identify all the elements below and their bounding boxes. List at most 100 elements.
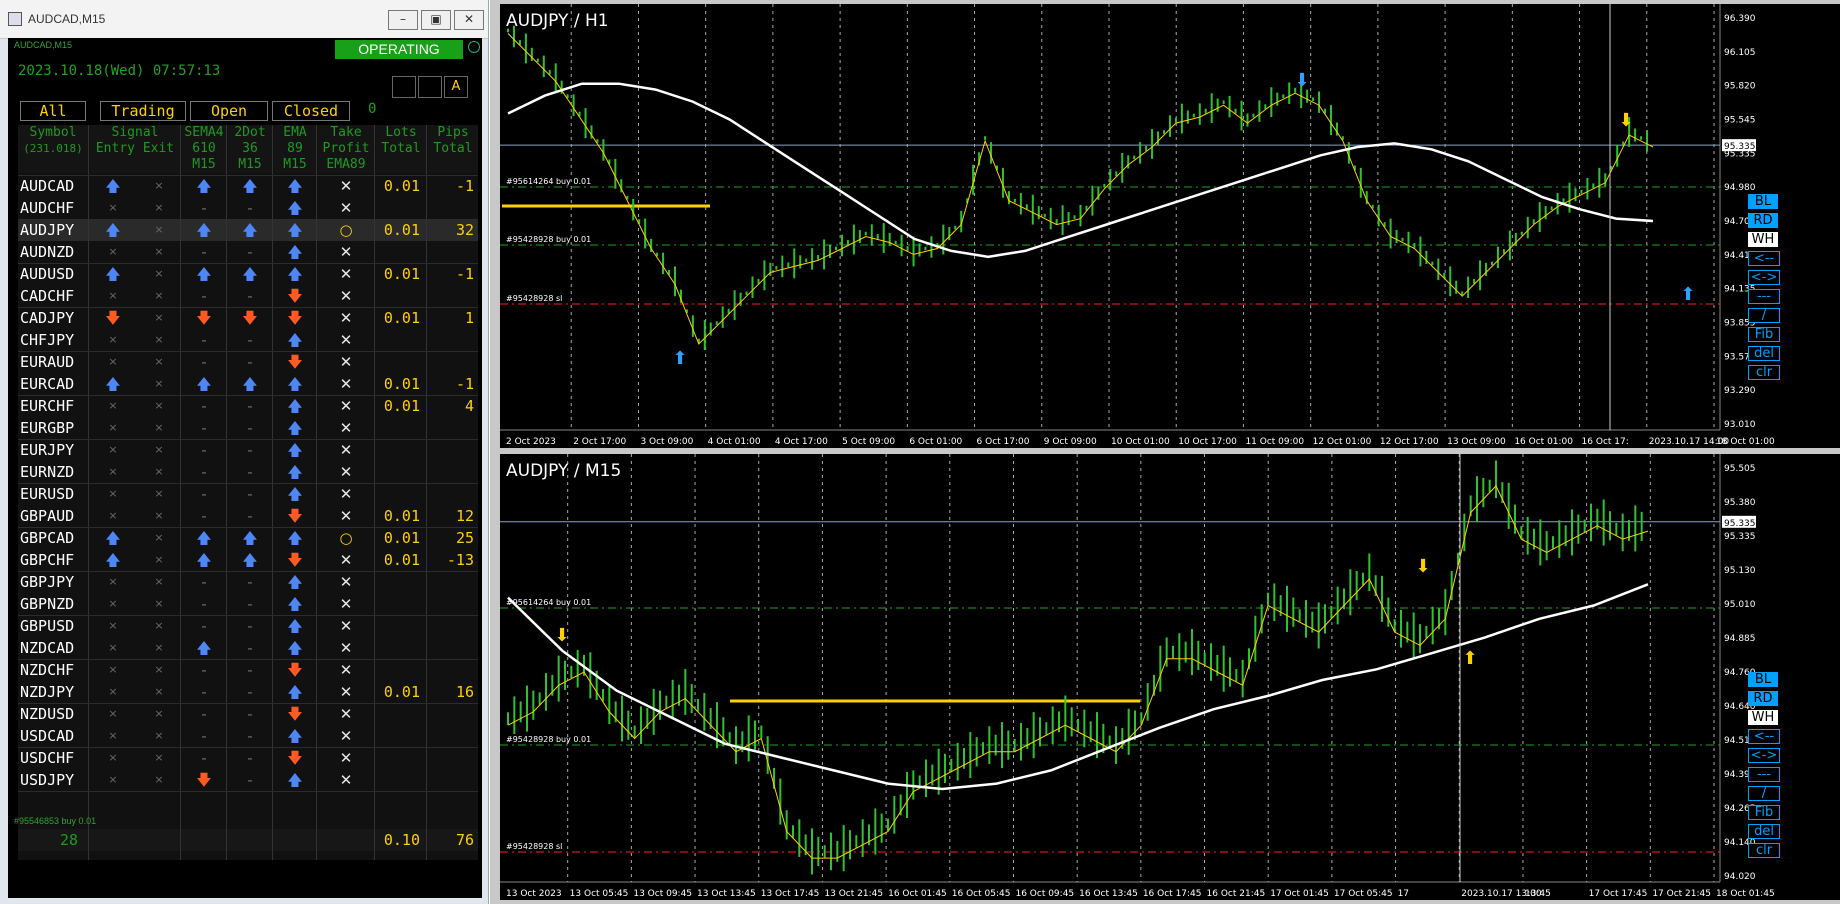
- row-symbol[interactable]: EURCAD: [20, 373, 90, 395]
- row-symbol[interactable]: USDJPY: [20, 769, 90, 791]
- trendline-button[interactable]: /: [1748, 786, 1780, 801]
- table-row[interactable]: GBPJPY × × - - 🡅 ✕: [18, 571, 478, 593]
- fib-button[interactable]: Fib: [1748, 805, 1780, 820]
- table-row[interactable]: CADJPY 🡇 × 🡇 🡇 🡇 ✕ 0.01 1: [18, 307, 478, 329]
- row-symbol[interactable]: NZDCAD: [20, 637, 90, 659]
- table-row[interactable]: GBPAUD × × - - 🡇 ✕ 0.01 12: [18, 505, 478, 527]
- minimize-button[interactable]: –: [388, 10, 418, 30]
- window-titlebar[interactable]: AUDCAD,M15 – ▣ ✕: [0, 0, 488, 39]
- white-line-button[interactable]: WH: [1748, 232, 1778, 247]
- row-symbol[interactable]: GBPNZD: [20, 593, 90, 615]
- clear-button[interactable]: clr: [1748, 843, 1780, 858]
- table-row[interactable]: AUDNZD × × - - 🡅 ✕: [18, 241, 478, 263]
- tab-all[interactable]: All: [20, 101, 86, 121]
- table-row[interactable]: USDCHF × × - - 🡇 ✕: [18, 747, 478, 769]
- row-symbol[interactable]: GBPCAD: [20, 527, 90, 549]
- row-symbol[interactable]: CADCHF: [20, 285, 90, 307]
- delete-button[interactable]: del: [1748, 824, 1780, 839]
- header-2dot: 2Dot 36 M15: [228, 125, 272, 173]
- row-symbol[interactable]: GBPUSD: [20, 615, 90, 637]
- arrow-both-button[interactable]: <->: [1748, 748, 1780, 763]
- order-line-label: #95428928 sl: [506, 842, 562, 851]
- table-row[interactable]: AUDCHF × × - - 🡅 ✕: [18, 197, 478, 219]
- row-symbol[interactable]: AUDUSD: [20, 263, 90, 285]
- row-symbol[interactable]: AUDJPY: [20, 219, 90, 241]
- arrow-both-button[interactable]: <->: [1748, 270, 1780, 285]
- table-row[interactable]: EURCHF × × - - 🡅 ✕ 0.01 4: [18, 395, 478, 417]
- row-symbol[interactable]: USDCAD: [20, 725, 90, 747]
- table-row[interactable]: AUDJPY 🡅 × 🡅 🡅 🡅 ○ 0.01 32: [18, 219, 478, 241]
- square-button-2[interactable]: [418, 76, 442, 98]
- price-tick-label: 95.130: [1724, 566, 1756, 576]
- row-symbol[interactable]: GBPCHF: [20, 549, 90, 571]
- row-symbol[interactable]: NZDCHF: [20, 659, 90, 681]
- table-row[interactable]: EURCAD 🡅 × 🡅 🡅 🡅 ✕ 0.01 -1: [18, 373, 478, 395]
- blue-line-button[interactable]: BL: [1748, 194, 1778, 209]
- arrow-left-button[interactable]: <--: [1748, 251, 1780, 266]
- row-symbol[interactable]: AUDCAD: [20, 175, 90, 197]
- red-line-button[interactable]: RD: [1748, 213, 1778, 228]
- row-symbol[interactable]: EURJPY: [20, 439, 90, 461]
- fib-button[interactable]: Fib: [1748, 327, 1780, 342]
- square-button-1[interactable]: [392, 76, 416, 98]
- table-row[interactable]: AUDUSD 🡅 × 🡅 🡅 🡅 ✕ 0.01 -1: [18, 263, 478, 285]
- row-symbol[interactable]: NZDJPY: [20, 681, 90, 703]
- table-row[interactable]: USDCAD × × - - 🡅 ✕: [18, 725, 478, 747]
- dash-line-button[interactable]: ---: [1748, 767, 1780, 782]
- auto-button[interactable]: A: [444, 76, 468, 98]
- row-symbol[interactable]: CADJPY: [20, 307, 90, 329]
- white-line-button[interactable]: WH: [1748, 710, 1778, 725]
- arrow-up-icon: ⬆: [1462, 648, 1477, 669]
- clear-button[interactable]: clr: [1748, 365, 1780, 380]
- time-tick-label: 12 Oct 17:00: [1380, 437, 1439, 447]
- table-row[interactable]: EURAUD × × - - 🡇 ✕: [18, 351, 478, 373]
- table-row[interactable]: GBPUSD × × - - 🡅 ✕: [18, 615, 478, 637]
- table-row[interactable]: CHFJPY × × - - 🡅 ✕: [18, 329, 478, 351]
- table-row[interactable]: USDJPY × × 🡇 - 🡅 ✕: [18, 769, 478, 791]
- tab-open[interactable]: Open: [190, 101, 268, 121]
- settings-circle-icon[interactable]: [468, 41, 480, 53]
- chart-m15-canvas[interactable]: 13 Oct 2023 13 Oct 05:45 13 Oct 09:45 13 Oc…: [500, 454, 1840, 900]
- table-row[interactable]: NZDCHF × × - - 🡇 ✕: [18, 659, 478, 681]
- row-symbol[interactable]: AUDNZD: [20, 241, 90, 263]
- table-row[interactable]: GBPCHF 🡅 × 🡅 🡅 🡇 ✕ 0.01 -13: [18, 549, 478, 571]
- delete-button[interactable]: del: [1748, 346, 1780, 361]
- price-tick-label: 93.010: [1724, 420, 1756, 430]
- row-symbol[interactable]: USDCHF: [20, 747, 90, 769]
- row-symbol[interactable]: AUDCHF: [20, 197, 90, 219]
- row-symbol[interactable]: CHFJPY: [20, 329, 90, 351]
- close-button[interactable]: ✕: [454, 10, 484, 30]
- row-symbol[interactable]: GBPJPY: [20, 571, 90, 593]
- row-symbol[interactable]: EURGBP: [20, 417, 90, 439]
- red-line-button[interactable]: RD: [1748, 691, 1778, 706]
- dash-line-button[interactable]: ---: [1748, 289, 1780, 304]
- table-row[interactable]: CADCHF × × - - 🡇 ✕: [18, 285, 478, 307]
- row-symbol[interactable]: EURUSD: [20, 483, 90, 505]
- table-row[interactable]: GBPNZD × × - - 🡅 ✕: [18, 593, 478, 615]
- row-symbol[interactable]: EURAUD: [20, 351, 90, 373]
- table-row[interactable]: EURGBP × × - - 🡅 ✕: [18, 417, 478, 439]
- blue-line-button[interactable]: BL: [1748, 672, 1778, 687]
- table-row[interactable]: NZDCAD × × 🡅 - 🡅 ✕: [18, 637, 478, 659]
- table-row[interactable]: EURJPY × × - - 🡅 ✕: [18, 439, 478, 461]
- row-symbol[interactable]: NZDUSD: [20, 703, 90, 725]
- table-row[interactable]: NZDJPY × × - - 🡅 ✕ 0.01 16: [18, 681, 478, 703]
- table-row[interactable]: EURNZD × × - - 🡅 ✕: [18, 461, 478, 483]
- table-row[interactable]: EURUSD × × - - 🡅 ✕: [18, 483, 478, 505]
- maximize-button[interactable]: ▣: [421, 10, 451, 30]
- tab-closed[interactable]: Closed: [272, 101, 350, 121]
- table-row[interactable]: AUDCAD 🡅 × 🡅 🡅 🡅 ✕ 0.01 -1: [18, 175, 478, 197]
- operating-badge[interactable]: OPERATING: [335, 40, 463, 59]
- arrow-left-button[interactable]: <--: [1748, 729, 1780, 744]
- dash-icon: -: [201, 397, 207, 415]
- row-symbol[interactable]: EURCHF: [20, 395, 90, 417]
- chart-h1[interactable]: 2 Oct 2023 2 Oct 17:00 3 Oct 09:00 4 Oct 01…: [500, 4, 1840, 448]
- chart-m15[interactable]: 13 Oct 2023 13 Oct 05:45 13 Oct 09:45 13 Oc…: [500, 454, 1840, 900]
- chart-h1-canvas[interactable]: 2 Oct 2023 2 Oct 17:00 3 Oct 09:00 4 Oct 01…: [500, 4, 1840, 448]
- table-row[interactable]: GBPCAD 🡅 × 🡅 🡅 🡅 ○ 0.01 25: [18, 527, 478, 549]
- trendline-button[interactable]: /: [1748, 308, 1780, 323]
- row-symbol[interactable]: EURNZD: [20, 461, 90, 483]
- table-row[interactable]: NZDUSD × × - - 🡇 ✕: [18, 703, 478, 725]
- row-symbol[interactable]: GBPAUD: [20, 505, 90, 527]
- tab-trading[interactable]: Trading: [100, 101, 186, 121]
